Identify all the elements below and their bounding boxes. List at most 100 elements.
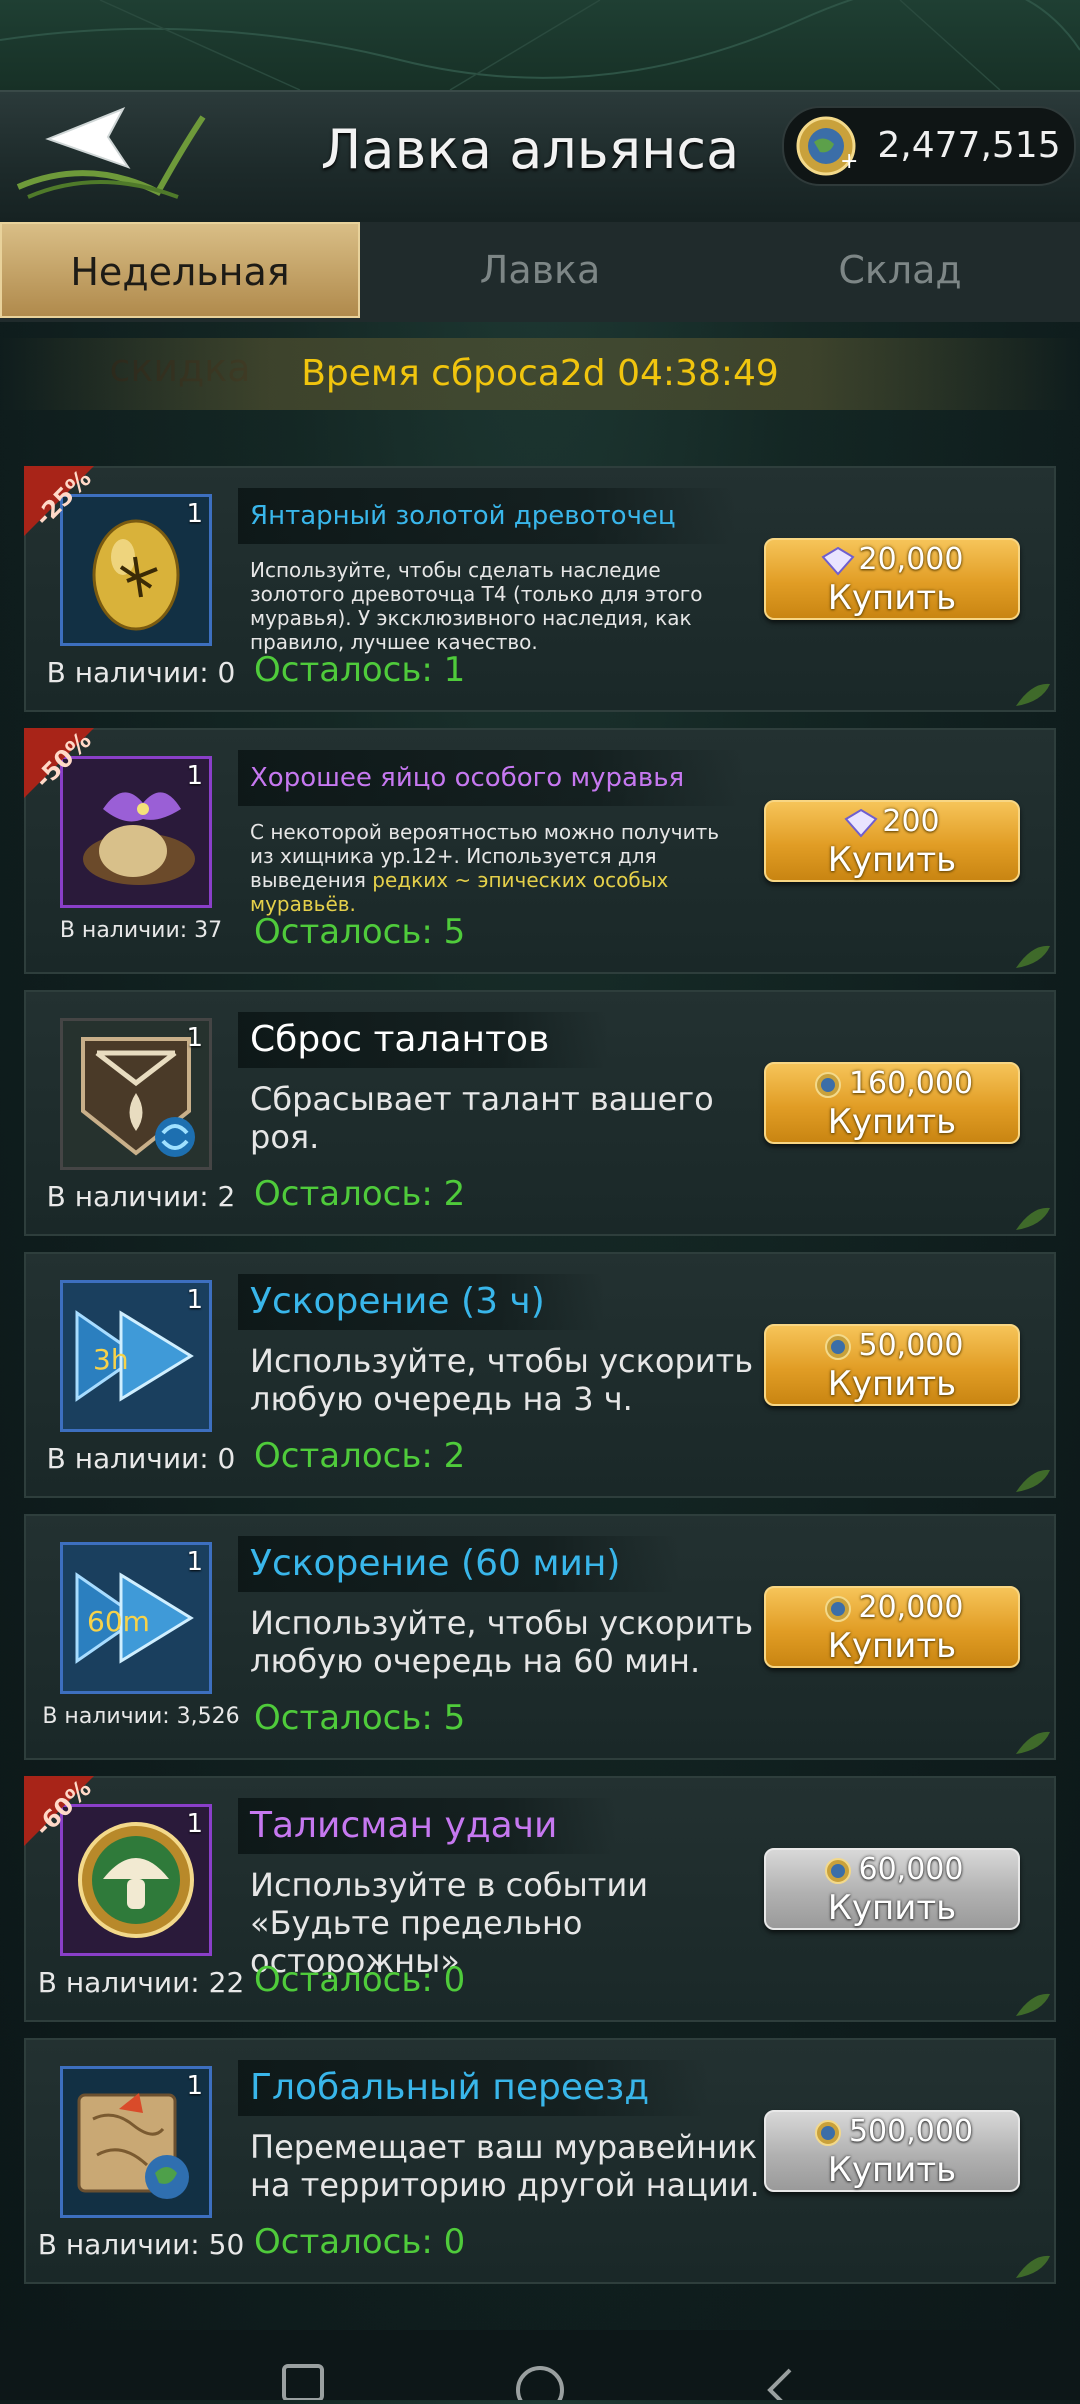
price-value: 60,000 xyxy=(858,1852,964,1887)
shop-item-card: 1 -25% Янтарный золотой древоточец Испол… xyxy=(24,466,1056,712)
remaining-count: Осталось: 5 xyxy=(254,1698,466,1738)
item-title: Ускорение (60 мин) xyxy=(238,1536,681,1592)
buy-button[interactable]: 60,000 Купить xyxy=(764,1848,1020,1930)
system-navigation-bar xyxy=(0,2330,1080,2404)
buy-label: Купить xyxy=(827,2150,957,2190)
svg-text:+: + xyxy=(840,149,858,174)
stock-count: В наличии: 22 xyxy=(37,1966,245,1999)
system-back-icon[interactable] xyxy=(767,2368,792,2404)
shop-item-card: 1 -50% Хорошее яйцо особого муравья С не… xyxy=(24,728,1056,974)
alliance-coin-icon xyxy=(824,1857,851,1884)
alliance-currency-display[interactable]: + 2,477,515 xyxy=(782,106,1076,186)
leaf-decoration-icon xyxy=(1016,1993,1050,2016)
buy-button[interactable]: 200 Купить xyxy=(764,800,1020,882)
item-thumbnail[interactable]: 1 xyxy=(60,2066,212,2218)
item-description: Перемещает ваш муравейник на территорию … xyxy=(250,2128,760,2204)
shop-item-card: 1 Сброс талантов Сбрасывает талант вашег… xyxy=(24,990,1056,1236)
stock-count: В наличии: 2 xyxy=(46,1180,236,1213)
tab-bar: Недельная скидка Лавка Склад xyxy=(0,222,1080,390)
recent-apps-icon[interactable] xyxy=(282,2364,324,2402)
home-icon[interactable] xyxy=(516,2366,564,2404)
leaf-decoration-icon xyxy=(1016,1469,1050,1492)
tab-storage[interactable]: Склад xyxy=(720,222,1080,318)
price-value: 20,000 xyxy=(858,542,964,577)
shop-item-card: 3h 1 Ускорение (3 ч) Используйте, чтобы … xyxy=(24,1252,1056,1498)
diamond-icon xyxy=(844,808,878,838)
item-title: Ускорение (3 ч) xyxy=(238,1274,605,1330)
remaining-count: Осталось: 2 xyxy=(254,1436,466,1476)
leaf-decoration-icon xyxy=(1016,2255,1050,2278)
top-decorative-strip xyxy=(0,0,1080,91)
alliance-coin-icon xyxy=(814,2119,841,2146)
speedup-duration-label: 3h xyxy=(93,1343,129,1376)
item-description: Используйте, чтобы ускорить любую очеред… xyxy=(250,1342,754,1418)
buy-button[interactable]: 500,000 Купить xyxy=(764,2110,1020,2192)
buy-label: Купить xyxy=(827,1626,957,1666)
item-thumbnail[interactable]: 1 xyxy=(60,1018,212,1170)
alliance-coin-icon xyxy=(814,1071,841,1098)
remaining-count: Осталось: 2 xyxy=(254,1174,466,1214)
item-title: Талисман удачи xyxy=(238,1798,618,1854)
buy-button[interactable]: 50,000 Купить xyxy=(764,1324,1020,1406)
stock-count: В наличии: 0 xyxy=(46,656,236,689)
price-row: 20,000 xyxy=(766,1590,1018,1625)
shop-item-card: 1 Глобальный переезд Перемещает ваш мура… xyxy=(24,2038,1056,2284)
item-title: Глобальный переезд xyxy=(238,2060,710,2116)
tab-shop[interactable]: Лавка xyxy=(362,222,718,318)
item-title: Хорошее яйцо особого муравья xyxy=(238,750,745,806)
item-quantity: 1 xyxy=(186,499,203,529)
item-quantity: 1 xyxy=(186,1547,203,1577)
discount-ribbon: -60% xyxy=(24,1776,120,1872)
remaining-count: Осталось: 1 xyxy=(254,650,466,690)
item-title: Сброс талантов xyxy=(238,1012,610,1068)
remaining-count: Осталось: 0 xyxy=(254,1960,466,2000)
back-arrow-icon xyxy=(16,107,205,199)
item-description: Используйте, чтобы сделать наследие золо… xyxy=(250,558,703,654)
currency-amount: 2,477,515 xyxy=(877,125,1061,166)
price-row: 160,000 xyxy=(766,1066,1018,1101)
buy-label: Купить xyxy=(827,578,957,618)
item-thumbnail[interactable]: 60m 1 xyxy=(60,1542,212,1694)
buy-label: Купить xyxy=(827,1102,957,1142)
item-description: Сбрасывает талант вашего роя. xyxy=(250,1080,714,1156)
alliance-coin-icon: + xyxy=(794,114,858,178)
leaf-decoration-icon xyxy=(1016,683,1050,706)
alliance-coin-icon xyxy=(824,1333,851,1360)
price-row: 200 xyxy=(766,804,1018,839)
buy-label: Купить xyxy=(827,840,957,880)
back-button[interactable] xyxy=(0,92,215,212)
buy-button[interactable]: 20,000 Купить xyxy=(764,538,1020,620)
price-row: 20,000 xyxy=(766,542,1018,577)
shop-item-card: 60m 1 Ускорение (60 мин) Используйте, чт… xyxy=(24,1514,1056,1760)
price-value: 160,000 xyxy=(848,1066,974,1101)
diamond-icon xyxy=(820,546,855,576)
item-quantity: 1 xyxy=(186,1809,203,1839)
leaf-decoration-icon xyxy=(1016,1207,1050,1230)
web-pattern xyxy=(0,0,1080,91)
remaining-count: Осталось: 5 xyxy=(254,912,466,952)
speedup-duration-label: 60m xyxy=(87,1605,150,1638)
stock-count: В наличии: 0 xyxy=(46,1442,236,1475)
item-quantity: 1 xyxy=(186,1023,203,1053)
buy-button[interactable]: 20,000 Купить xyxy=(764,1586,1020,1668)
tab-weekly-discount[interactable]: Недельная скидка xyxy=(0,222,360,390)
price-row: 50,000 xyxy=(766,1328,1018,1363)
item-quantity: 1 xyxy=(186,761,203,791)
price-value: 500,000 xyxy=(848,2114,974,2149)
item-description: С некоторой вероятностью можно получить … xyxy=(250,820,740,916)
item-description: Используйте, чтобы ускорить любую очеред… xyxy=(250,1604,754,1680)
leaf-decoration-icon xyxy=(1016,945,1050,968)
buy-button[interactable]: 160,000 Купить xyxy=(764,1062,1020,1144)
price-row: 60,000 xyxy=(766,1852,1018,1887)
remaining-count: Осталось: 0 xyxy=(254,2222,466,2262)
price-value: 200 xyxy=(882,804,940,839)
stock-count: В наличии: 50 xyxy=(37,2228,245,2261)
item-title: Янтарный золотой древоточец xyxy=(238,488,736,544)
reset-timer: Время сброса2d 04:38:49 xyxy=(0,338,1080,410)
stock-count: В наличии: 3,526 xyxy=(42,1704,240,1729)
page-title: Лавка альянса xyxy=(320,118,740,181)
item-thumbnail[interactable]: 3h 1 xyxy=(60,1280,212,1432)
alliance-coin-icon xyxy=(824,1595,851,1622)
discount-ribbon: -50% xyxy=(24,728,120,824)
item-quantity: 1 xyxy=(186,1285,203,1315)
